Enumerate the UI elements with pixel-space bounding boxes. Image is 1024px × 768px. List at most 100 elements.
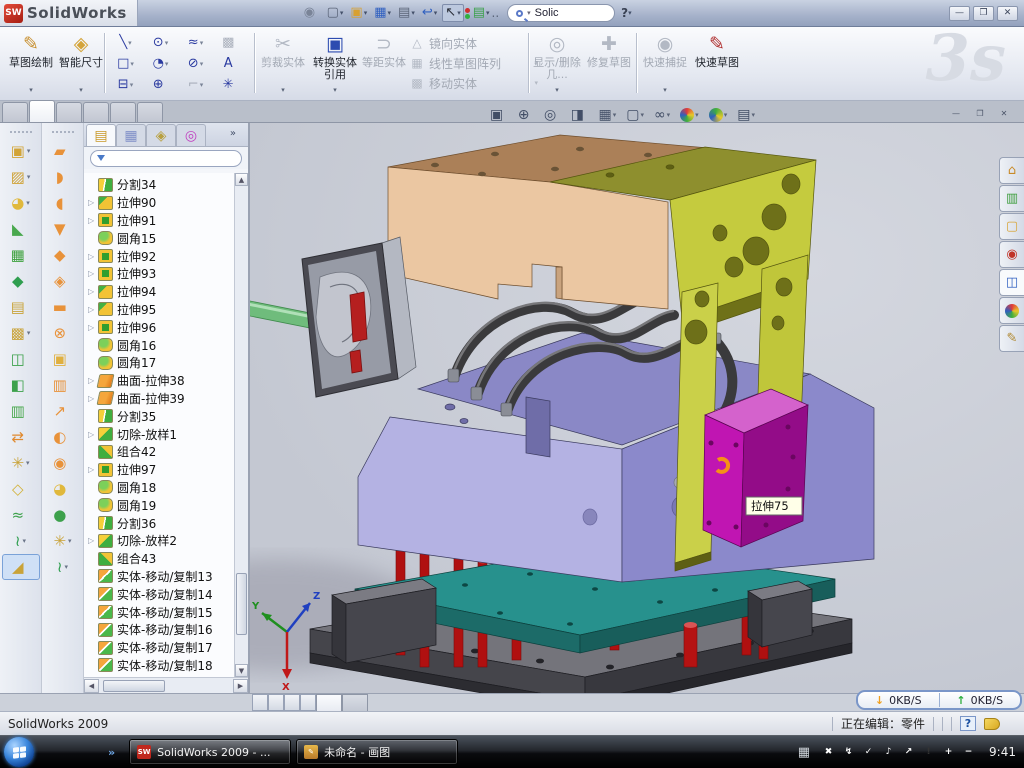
toolbar-button[interactable]: ◐ ▾ — [44, 424, 82, 450]
linear-sketch-pattern-button[interactable]: ▦ 线性草图阵列 ▾ — [410, 53, 538, 73]
part-extrude75-block[interactable] — [703, 389, 808, 547]
toolbar-button[interactable]: ◗ ▾ — [44, 164, 82, 190]
tree-item[interactable]: ▷ 圆角17 — [84, 354, 234, 372]
toolbar-button[interactable]: ◧ ▾ — [2, 372, 40, 398]
tray-icon[interactable]: − — [961, 745, 976, 760]
part-insert-block[interactable] — [302, 237, 416, 397]
ribbon-tab[interactable] — [2, 102, 28, 122]
menu-item[interactable] — [174, 10, 192, 16]
quick-launch-chevron[interactable]: » — [108, 746, 115, 759]
tree-item[interactable]: ▷ 圆角19 — [84, 496, 234, 514]
view-tool-icon[interactable]: ▾ — [678, 107, 701, 123]
toolbar-button[interactable]: ◕ ▾ — [2, 190, 40, 216]
tab-nav-icon[interactable] — [284, 694, 300, 711]
panel-tab[interactable]: ▤ — [86, 124, 116, 146]
toolbar-button[interactable]: ≈ ▾ — [2, 502, 40, 528]
view-tool-icon[interactable]: ▤ ▾ — [735, 106, 757, 124]
toolbar-button[interactable]: ▨ ▾ — [2, 164, 40, 190]
search-input[interactable] — [535, 7, 595, 19]
document-tab[interactable] — [342, 694, 368, 711]
sketch-entity-icon[interactable]: ≈ ▾ — [178, 32, 213, 53]
quick-launch-icon[interactable] — [46, 744, 63, 761]
sketch-entity-icon[interactable]: ⊕ ▾ — [143, 74, 178, 95]
task-button[interactable]: ✎ 未命名 - 画图 — [296, 739, 458, 765]
toolbar-button[interactable]: ✳ ▾ — [44, 528, 82, 554]
document-tab[interactable] — [316, 694, 342, 711]
tag-icon[interactable] — [984, 718, 1000, 730]
sketch-entity-icon[interactable]: ▩ ▾ — [213, 32, 248, 53]
expand-arrow-icon[interactable]: ▷ — [88, 252, 98, 261]
tree-item[interactable]: ▷ 圆角16 — [84, 336, 234, 354]
menu-item[interactable] — [194, 10, 212, 16]
tree-item[interactable]: ▷ 拉伸93 — [84, 265, 234, 283]
toolbar-button[interactable]: ▰ ▾ — [44, 138, 82, 164]
tree-item[interactable]: ▷ 组合43 — [84, 550, 234, 568]
scroll-right-icon[interactable]: ▶ — [233, 679, 248, 693]
toolbar-icon[interactable]: ↖ ▾ — [442, 4, 463, 22]
toolbar-button[interactable]: ◖ ▾ — [44, 190, 82, 216]
task-pane-tab[interactable] — [999, 297, 1024, 324]
part-right-rail[interactable] — [748, 581, 812, 647]
sketch-entity-icon[interactable]: □ ▾ — [108, 53, 143, 74]
doc-minimize-button[interactable]: — — [946, 107, 966, 120]
toolbar-overflow[interactable]: .. — [492, 6, 500, 20]
part-stop-pin[interactable] — [684, 622, 697, 667]
task-pane-tab[interactable]: ⌂ — [999, 157, 1024, 184]
move-entities-button[interactable]: ▩ 移动实体 ▾ — [410, 73, 538, 93]
repair-sketch-button[interactable]: ✚ 修复草图 — [584, 31, 634, 95]
toolbar-button[interactable]: ↗ ▾ — [44, 398, 82, 424]
toolbar-button[interactable]: ▥ ▾ — [44, 372, 82, 398]
toolbar-button[interactable]: ◣ ▾ — [2, 216, 40, 242]
panel-tab[interactable]: ◎ — [176, 124, 206, 146]
traffic-light-icon[interactable] — [464, 7, 471, 20]
doc-restore-button[interactable]: ❐ — [970, 107, 990, 120]
scroll-thumb[interactable] — [236, 573, 247, 635]
task-pane-tab[interactable]: ◉ — [999, 241, 1024, 268]
task-pane-tab[interactable]: ▥ — [999, 185, 1024, 212]
sketch-entity-icon[interactable]: ⊟ ▾ — [108, 74, 143, 95]
tree-item[interactable]: ▷ 曲面-拉伸38 — [84, 372, 234, 390]
tab-nav-icon[interactable] — [268, 694, 284, 711]
search-dropdown-icon[interactable]: ▾ — [527, 9, 531, 17]
menu-item[interactable] — [234, 10, 252, 16]
toolbar-button[interactable]: ◫ ▾ — [2, 346, 40, 372]
toolbar-button[interactable]: ▣ ▾ — [44, 346, 82, 372]
toolbar-button[interactable]: ▼ ▾ — [44, 216, 82, 242]
tray-icon[interactable]: ✓ — [861, 745, 876, 760]
tray-icon[interactable]: ↯ — [841, 745, 856, 760]
toolbar-button[interactable]: ✳ ▾ — [2, 450, 40, 476]
toolbar-icon[interactable]: ↩ ▾ — [420, 5, 439, 21]
tree-item[interactable]: ▷ 拉伸95 — [84, 301, 234, 319]
tree-item[interactable]: ▷ 实体-移动/复制14 — [84, 585, 234, 603]
tree-item[interactable]: ▷ 实体-移动/复制15 — [84, 603, 234, 621]
sketch-entity-icon[interactable]: ⊘ ▾ — [178, 53, 213, 74]
tree-item[interactable]: ▷ 分割35 — [84, 407, 234, 425]
task-button[interactable]: SW SolidWorks 2009 - ... — [129, 739, 291, 765]
tree-horizontal-scrollbar[interactable]: ◀ ▶ — [84, 677, 248, 693]
tree-item[interactable]: ▷ 切除-放样2 — [84, 532, 234, 550]
task-pane-tab[interactable]: ◫ — [999, 269, 1024, 296]
restore-button[interactable]: ❐ — [973, 6, 994, 21]
tray-icon[interactable]: ✖ — [821, 745, 836, 760]
tree-item[interactable]: ▷ 实体-移动/复制18 — [84, 657, 234, 675]
panel-expand-chevron[interactable]: » — [230, 128, 236, 139]
toolbar-button[interactable]: ⊗ ▾ — [44, 320, 82, 346]
tray-icon[interactable]: + — [941, 745, 956, 760]
tree-item[interactable]: ▷ 圆角15 — [84, 229, 234, 247]
toolbar-button[interactable]: ◆ ▾ — [2, 268, 40, 294]
tree-item[interactable]: ▷ 分割34 — [84, 176, 234, 194]
search-box[interactable]: ▾ — [507, 4, 615, 22]
view-tool-icon[interactable]: ▾ — [707, 107, 730, 123]
view-tool-icon[interactable]: ∞ ▾ — [652, 106, 672, 124]
tree-item[interactable]: ▷ 实体-移动/复制16 — [84, 621, 234, 639]
scroll-thumb[interactable] — [103, 680, 165, 692]
toolbar-button[interactable]: ▩ ▾ — [2, 320, 40, 346]
toolbar-icon[interactable]: ▦ ▾ — [372, 5, 393, 21]
tree-item[interactable]: ▷ 拉伸96 — [84, 318, 234, 336]
rapid-sketch-button[interactable]: ✎ 快速草图 — [692, 31, 742, 95]
toolbar-button[interactable]: ◉ ▾ — [44, 450, 82, 476]
expand-arrow-icon[interactable]: ▷ — [88, 287, 98, 296]
expand-arrow-icon[interactable]: ▷ — [88, 465, 98, 474]
view-tool-icon[interactable]: ▢ ▾ — [624, 106, 646, 124]
view-tool-icon[interactable]: ⊕ ▾ — [516, 106, 536, 124]
